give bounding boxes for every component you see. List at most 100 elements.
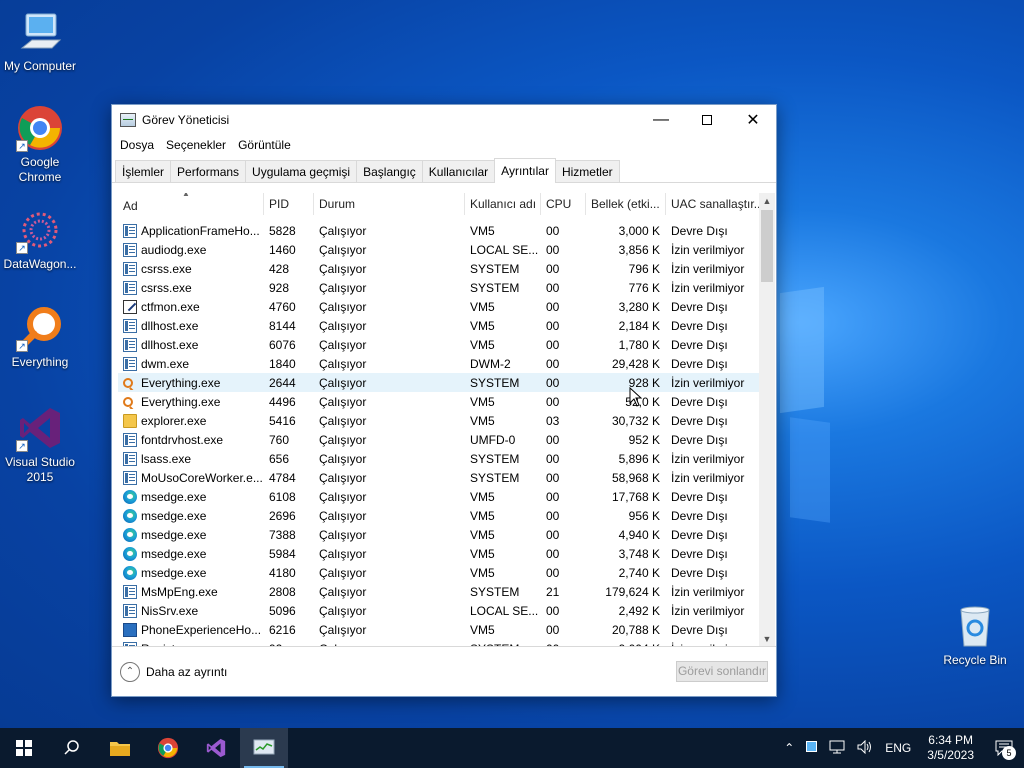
table-row[interactable]: ctfmon.exe 4760 Çalışıyor VM5 00 3,280 K Devre… [118,297,770,316]
clock-time: 6:34 PM [928,733,973,747]
column-header-name[interactable]: Ad [118,193,264,215]
search-button[interactable] [48,728,96,768]
table-row[interactable]: NisSrv.exe 5096 Çalışıyor LOCAL SE... 00 2,49… [118,601,770,620]
volume-icon[interactable] [851,739,879,757]
cell-user: LOCAL SE... [470,603,539,618]
close-button[interactable]: ✕ [730,105,776,135]
column-header-uac[interactable]: UAC sanallaştır... [666,193,767,215]
cell-status: Çalışıyor [319,432,367,447]
tab-app-history[interactable]: Uygulama geçmişi [245,160,358,182]
table-row[interactable]: Everything.exe 2644 Çalışıyor SYSTEM 00 928 K… [118,373,770,392]
taskbar-chrome[interactable] [144,728,192,768]
collapse-icon[interactable]: ⌃ [120,661,140,682]
maximize-button[interactable] [684,105,730,135]
table-row[interactable]: lsass.exe 656 Çalışıyor SYSTEM 00 5,896 K İzin… [118,449,770,468]
title-bar[interactable]: Görev Yöneticisi — ✕ [112,105,776,135]
cell-name: MsMpEng.exe [118,584,264,599]
table-row[interactable]: MoUsoCoreWorker.e... 4784 Çalışıyor SYSTEM 0… [118,468,770,487]
cell-status: Çalışıyor [319,489,367,504]
taskbar-visual-studio[interactable] [192,728,240,768]
column-header-status[interactable]: Durum [314,193,465,215]
folder-icon [123,413,137,428]
cell-pid: 6076 [269,337,296,352]
datawagon-icon: ↗ [16,206,64,254]
table-row[interactable]: explorer.exe 5416 Çalışıyor VM5 03 30,732 K De… [118,411,770,430]
process-name: MoUsoCoreWorker.e... [141,470,263,485]
scroll-thumb[interactable] [761,210,773,282]
cell-cpu: 00 [546,242,560,257]
tab-details[interactable]: Ayrıntılar [494,158,556,183]
column-header-user[interactable]: Kullanıcı adı [465,193,541,215]
cell-status: Çalışıyor [319,318,367,333]
scroll-down-icon[interactable]: ▼ [759,631,775,647]
column-header-pid[interactable]: PID [264,193,314,215]
cell-status: Çalışıyor [319,546,367,561]
desktop-icon-chrome[interactable]: ↗ Google Chrome [0,104,80,185]
table-row[interactable]: msedge.exe 6108 Çalışıyor VM5 00 17,768 K Devr… [118,487,770,506]
table-row[interactable]: msedge.exe 4180 Çalışıyor VM5 00 2,740 K Devre… [118,563,770,582]
tab-users[interactable]: Kullanıcılar [421,160,496,182]
process-name: ctfmon.exe [141,299,200,314]
column-header-cpu[interactable]: CPU [541,193,586,215]
table-row[interactable]: msedge.exe 7388 Çalışıyor VM5 00 4,940 K Devre… [118,525,770,544]
start-button[interactable] [0,728,48,768]
cell-uac: Devre Dışı [671,318,728,333]
tab-services[interactable]: Hizmetler [554,160,620,182]
vertical-scrollbar[interactable]: ▲ ▼ [759,193,775,647]
table-row[interactable]: Everything.exe 4496 Çalışıyor VM5 00 52,0 K De… [118,392,770,411]
menu-view[interactable]: Görüntüle [234,138,299,152]
cell-pid: 2808 [269,584,296,599]
column-header-memory[interactable]: Bellek (etki... [586,193,666,215]
sort-up-icon: ▲ [182,193,190,198]
cell-uac: İzin verilmiyor [671,375,745,390]
table-row[interactable]: msedge.exe 2696 Çalışıyor VM5 00 956 K Devre D… [118,506,770,525]
minimize-button[interactable]: — [638,105,684,135]
cell-uac: Devre Dışı [671,432,728,447]
process-name: msedge.exe [141,489,207,504]
folder-icon [110,742,130,756]
recycle-bin-icon [951,602,999,650]
desktop-icon-visual-studio[interactable]: ↗ Visual Studio 2015 [0,404,80,485]
cell-uac: İzin verilmiyor [671,280,745,295]
scroll-up-icon[interactable]: ▲ [759,193,775,209]
desktop-icon-my-computer[interactable]: My Computer [0,8,80,74]
cell-status: Çalışıyor [319,242,367,257]
process-window-icon [123,356,137,371]
tab-startup[interactable]: Başlangıç [356,160,423,182]
shortcut-arrow-icon: ↗ [16,242,28,254]
desktop-icon-everything[interactable]: ↗ Everything [0,304,80,370]
cell-status: Çalışıyor [319,280,367,295]
table-row[interactable]: ApplicationFrameHo... 5828 Çalışıyor VM5 00 3… [118,221,770,240]
less-details-link[interactable]: Daha az ayrıntı [146,665,676,679]
taskbar-file-explorer[interactable] [96,728,144,768]
desktop-icon-datawagon[interactable]: ↗ DataWagon... [0,206,80,272]
cell-user: VM5 [470,546,495,561]
table-body: ApplicationFrameHo... 5828 Çalışıyor VM5 00 3… [118,221,770,647]
table-row[interactable]: msedge.exe 5984 Çalışıyor VM5 00 3,748 K Devre… [118,544,770,563]
process-name: explorer.exe [141,413,207,428]
table-row[interactable]: audiodg.exe 1460 Çalışıyor LOCAL SE... 00 3,8… [118,240,770,259]
table-row[interactable]: dllhost.exe 6076 Çalışıyor VM5 00 1,780 K Devr… [118,335,770,354]
clock[interactable]: 6:34 PM 3/5/2023 [917,733,984,763]
show-hidden-icons-icon[interactable]: ⌃ [778,741,800,755]
table-row[interactable]: PhoneExperienceHo... 6216 Çalışıyor VM5 00 20… [118,620,770,639]
action-center-button[interactable]: 5 [984,728,1024,768]
notification-badge: 5 [1002,746,1016,760]
table-row[interactable]: csrss.exe 428 Çalışıyor SYSTEM 00 796 K İzin v… [118,259,770,278]
network-icon[interactable] [823,740,851,757]
table-row[interactable]: dllhost.exe 8144 Çalışıyor VM5 00 2,184 K Devr… [118,316,770,335]
menu-options[interactable]: Seçenekler [162,138,234,152]
tab-processes[interactable]: İşlemler [115,160,172,182]
taskbar-task-manager[interactable] [240,728,288,768]
pen-icon [123,299,137,314]
table-row[interactable]: dwm.exe 1840 Çalışıyor DWM-2 00 29,428 K Devre… [118,354,770,373]
end-task-button[interactable]: Görevi sonlandır [676,661,768,682]
table-row[interactable]: csrss.exe 928 Çalışıyor SYSTEM 00 776 K İzin v… [118,278,770,297]
table-row[interactable]: MsMpEng.exe 2808 Çalışıyor SYSTEM 21 179,624 … [118,582,770,601]
menu-file[interactable]: Dosya [116,138,162,152]
desktop-icon-recycle-bin[interactable]: Recycle Bin [935,602,1015,668]
table-row[interactable]: fontdrvhost.exe 760 Çalışıyor UMFD-0 00 952 K… [118,430,770,449]
language-indicator[interactable]: ENG [879,741,917,755]
tab-performance[interactable]: Performans [170,160,247,182]
blue-square-icon[interactable] [800,741,823,755]
